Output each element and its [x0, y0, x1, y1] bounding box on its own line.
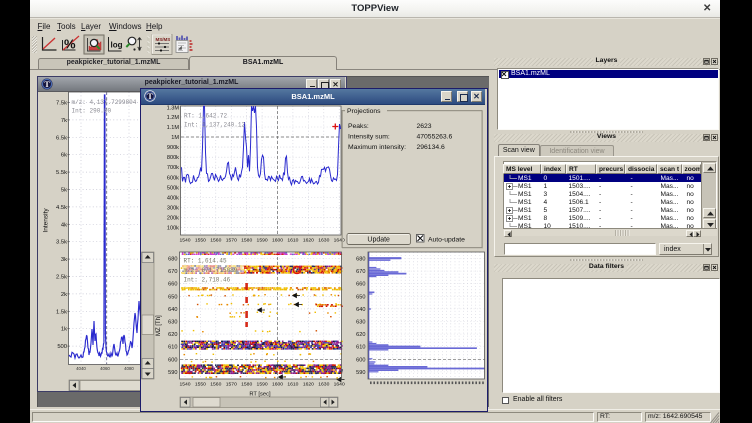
svg-text:5.5k: 5.5k: [56, 170, 67, 176]
svg-text:Update: Update: [367, 237, 390, 244]
svg-text:RT: 1,614.45: RT: 1,614.45: [183, 257, 227, 264]
svg-text:670: 670: [168, 269, 177, 275]
svg-text:47055263.6: 47055263.6: [416, 134, 452, 141]
svg-text:RT [sec]: RT [sec]: [249, 391, 271, 397]
svg-text:1630: 1630: [318, 238, 329, 244]
svg-text:1M: 1M: [171, 135, 179, 141]
svg-text:3.5k: 3.5k: [56, 240, 67, 246]
svg-text:400k: 400k: [167, 196, 179, 202]
svg-text:1580: 1580: [241, 381, 252, 387]
svg-text:100k: 100k: [167, 226, 179, 232]
svg-text:200k: 200k: [167, 216, 179, 222]
svg-text:1640: 1640: [334, 238, 345, 244]
svg-text:1600: 1600: [272, 238, 283, 244]
svg-text:1540: 1540: [179, 238, 190, 244]
svg-text:1580: 1580: [241, 238, 252, 244]
svg-text:900k: 900k: [167, 145, 179, 151]
svg-text:7k: 7k: [61, 118, 67, 124]
svg-text:MS/MS: MS/MS: [156, 37, 171, 42]
svg-text:1610: 1610: [287, 238, 298, 244]
svg-text:Int: 290.00: Int: 290.00: [72, 108, 112, 115]
svg-text:2.5k: 2.5k: [56, 275, 67, 281]
svg-text:7.5k: 7.5k: [56, 101, 67, 107]
svg-text:Auto-update: Auto-update: [428, 237, 465, 244]
svg-text:1.2M: 1.2M: [167, 115, 180, 121]
svg-text:1560: 1560: [210, 238, 221, 244]
svg-text:590: 590: [356, 370, 365, 376]
svg-text:1560: 1560: [210, 381, 221, 387]
svg-text:610: 610: [168, 345, 177, 351]
svg-text:m/z: 671.715089: m/z: 671.715089: [183, 267, 237, 274]
svg-text:4080: 4080: [124, 366, 134, 371]
svg-text:640: 640: [168, 307, 177, 313]
svg-text:296134.6: 296134.6: [416, 144, 445, 151]
svg-text:Peaks:: Peaks:: [348, 123, 369, 130]
svg-text:1550: 1550: [195, 381, 206, 387]
svg-text:1590: 1590: [257, 381, 268, 387]
svg-text:2623: 2623: [416, 123, 431, 130]
svg-text:3k: 3k: [61, 257, 67, 263]
svg-text:300k: 300k: [167, 206, 179, 212]
svg-text:2k: 2k: [61, 292, 67, 298]
svg-text:◢: ◢: [178, 45, 182, 51]
svg-text:600: 600: [168, 357, 177, 363]
svg-text:620: 620: [356, 332, 365, 338]
svg-text:4.5k: 4.5k: [56, 205, 67, 211]
svg-text:650: 650: [356, 294, 365, 300]
svg-text:1.5k: 1.5k: [56, 309, 67, 315]
svg-text:Intensity sum:: Intensity sum:: [348, 134, 390, 141]
svg-text:630: 630: [356, 319, 365, 325]
svg-text:6k: 6k: [61, 153, 67, 159]
svg-text:800k: 800k: [167, 155, 179, 161]
svg-text:1550: 1550: [195, 238, 206, 244]
svg-text:4060: 4060: [100, 366, 110, 371]
svg-text:500: 500: [57, 344, 67, 350]
svg-text:4040: 4040: [76, 366, 86, 371]
svg-text:1590: 1590: [257, 238, 268, 244]
svg-text:1620: 1620: [303, 238, 314, 244]
svg-text:1640: 1640: [334, 381, 345, 387]
svg-text:640: 640: [356, 307, 365, 313]
svg-text:600k: 600k: [167, 175, 179, 181]
svg-text:4k: 4k: [61, 222, 67, 228]
svg-text:610: 610: [356, 345, 365, 351]
svg-text:1570: 1570: [226, 238, 237, 244]
svg-text:RT: 1,642.72: RT: 1,642.72: [184, 113, 228, 120]
svg-text:650: 650: [168, 294, 177, 300]
svg-text:m/z: 4,137.7299804: m/z: 4,137.7299804: [72, 99, 137, 106]
svg-text:1.1M: 1.1M: [167, 125, 180, 131]
svg-text:660: 660: [356, 282, 365, 288]
svg-text:1630: 1630: [318, 381, 329, 387]
svg-text:680: 680: [356, 256, 365, 262]
svg-text:%: %: [64, 37, 76, 52]
svg-text:1k: 1k: [61, 327, 67, 333]
svg-text:700k: 700k: [167, 165, 179, 171]
svg-text:680: 680: [168, 256, 177, 262]
svg-text:6.5k: 6.5k: [56, 135, 67, 141]
svg-text:630: 630: [168, 319, 177, 325]
svg-text:590: 590: [168, 370, 177, 376]
svg-text:1570: 1570: [226, 381, 237, 387]
svg-text:1610: 1610: [287, 381, 298, 387]
svg-text:600: 600: [356, 357, 365, 363]
svg-text:1.3M: 1.3M: [167, 106, 180, 112]
svg-text:1600: 1600: [272, 381, 283, 387]
svg-text:660: 660: [168, 282, 177, 288]
svg-text:log: log: [111, 41, 123, 50]
svg-text:1620: 1620: [303, 381, 314, 387]
svg-text:620: 620: [168, 332, 177, 338]
svg-text:1540: 1540: [179, 381, 190, 387]
svg-text:500k: 500k: [167, 185, 179, 191]
svg-text:Maximum intensity:: Maximum intensity:: [348, 144, 406, 151]
svg-text:Projections: Projections: [347, 108, 381, 115]
svg-text:Int: 1,137,240.12: Int: 1,137,240.12: [184, 122, 245, 129]
svg-text:670: 670: [356, 269, 365, 275]
svg-text:Int: 2,718.46: Int: 2,718.46: [183, 276, 230, 283]
svg-text:5k: 5k: [61, 188, 67, 194]
